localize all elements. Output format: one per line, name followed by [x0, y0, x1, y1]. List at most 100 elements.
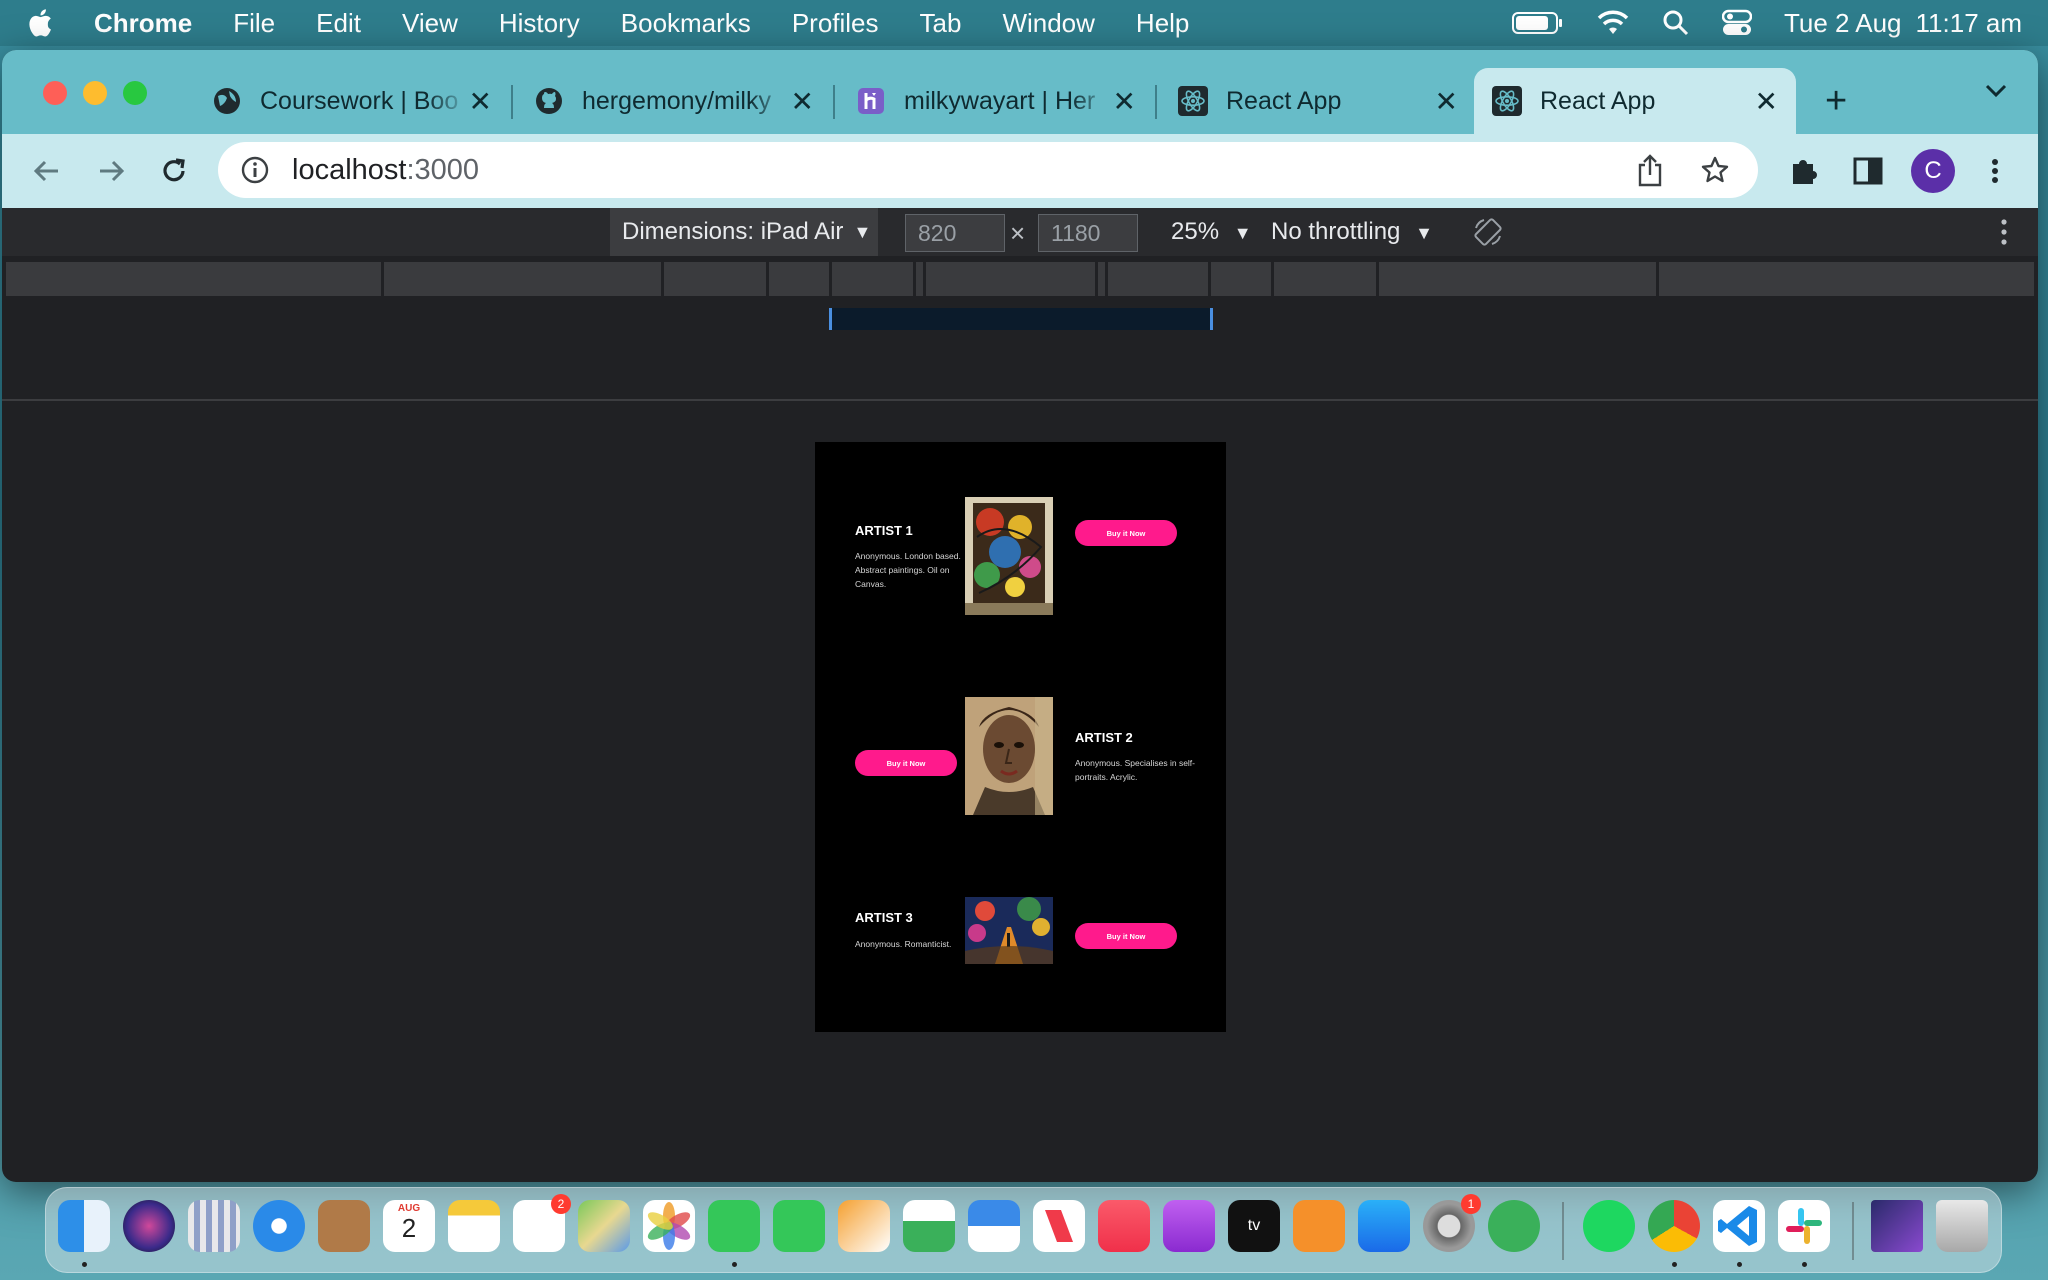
wifi-icon[interactable]	[1596, 10, 1630, 36]
tab-separator	[833, 85, 835, 119]
battery-icon[interactable]	[1511, 10, 1564, 36]
minimize-window-button[interactable]	[83, 81, 107, 105]
notes-icon[interactable]	[448, 1200, 500, 1252]
trash-icon[interactable]	[1936, 1200, 1988, 1252]
close-icon[interactable]: ✕	[469, 85, 492, 118]
menu-window[interactable]: Window	[1002, 8, 1094, 39]
caret-down-icon: ▼	[853, 221, 872, 242]
zoom-label: 25%	[1171, 218, 1220, 245]
contacts-icon[interactable]	[318, 1200, 370, 1252]
url-port: :3000	[406, 153, 480, 186]
forward-arrow-icon[interactable]	[92, 152, 130, 190]
buy-it-now-button[interactable]: Buy it Now	[1075, 923, 1177, 949]
messages-icon[interactable]	[708, 1200, 760, 1252]
share-icon[interactable]	[1636, 153, 1664, 187]
tab-title: React App	[1226, 86, 1342, 115]
artist-description: Anonymous. Romanticist.	[855, 939, 952, 949]
address-bar[interactable]: localhost:3000	[218, 142, 1758, 198]
chevron-down-icon[interactable]	[1985, 84, 2007, 98]
tv-icon[interactable]: tv	[1228, 1200, 1280, 1252]
close-icon[interactable]: ✕	[791, 85, 814, 118]
throttling-select[interactable]: No throttling ▼	[1271, 218, 1433, 246]
status-area: Tue 2 Aug 11:17 am	[1511, 8, 2022, 39]
keynote-icon[interactable]	[968, 1200, 1020, 1252]
device-dimensions-select[interactable]: Dimensions: iPad Air ▼	[610, 208, 878, 256]
numbers-icon[interactable]	[903, 1200, 955, 1252]
spotlight-search-icon[interactable]	[1662, 9, 1690, 37]
profile-avatar[interactable]: C	[1911, 149, 1955, 193]
rotate-device-icon[interactable]	[1472, 216, 1504, 248]
bookmark-star-icon[interactable]	[1700, 155, 1730, 185]
music-icon[interactable]	[1098, 1200, 1150, 1252]
tab-title: hergemony/milky	[582, 86, 771, 115]
close-icon[interactable]: ✕	[1755, 85, 1778, 118]
screenshot-folder-icon[interactable]	[1871, 1200, 1923, 1252]
menu-file[interactable]: File	[233, 8, 275, 39]
podcasts-icon[interactable]	[1163, 1200, 1215, 1252]
zoom-select[interactable]: 25% ▼	[1171, 218, 1252, 246]
close-icon[interactable]: ✕	[1435, 85, 1458, 118]
device-height-input[interactable]: 1180	[1038, 214, 1138, 252]
kebab-menu-icon[interactable]	[1978, 154, 2012, 188]
menu-view[interactable]: View	[402, 8, 458, 39]
info-icon[interactable]	[240, 155, 270, 185]
control-center-icon[interactable]	[1721, 9, 1752, 37]
side-panel-icon[interactable]	[1851, 154, 1885, 188]
artwork-image[interactable]	[965, 897, 1053, 964]
menu-history[interactable]: History	[499, 8, 580, 39]
maps-icon[interactable]	[578, 1200, 630, 1252]
device-width-input[interactable]: 820	[905, 214, 1005, 252]
buy-it-now-button[interactable]: Buy it Now	[1075, 520, 1177, 546]
menu-bookmarks[interactable]: Bookmarks	[621, 8, 751, 39]
vscode-icon[interactable]	[1713, 1200, 1765, 1252]
finder-icon[interactable]	[58, 1200, 110, 1252]
menu-profiles[interactable]: Profiles	[792, 8, 879, 39]
system-preferences-icon[interactable]: 1	[1423, 1194, 1481, 1252]
macos-dock: AUG 2 2 tv 1	[45, 1187, 2002, 1273]
launchpad-icon[interactable]	[188, 1200, 240, 1252]
facetime-icon[interactable]	[773, 1200, 825, 1252]
menu-chrome[interactable]: Chrome	[94, 8, 192, 39]
android-studio-icon[interactable]	[1488, 1200, 1540, 1252]
safari-icon[interactable]	[253, 1200, 305, 1252]
close-icon[interactable]: ✕	[1113, 85, 1136, 118]
device-more-icon[interactable]	[1998, 216, 2010, 248]
artwork-image[interactable]	[965, 497, 1053, 615]
tab-separator	[511, 85, 513, 119]
tab-github[interactable]: hergemony/milky ✕	[516, 68, 832, 134]
new-tab-button[interactable]: +	[1825, 80, 1847, 123]
news-icon[interactable]	[1033, 1200, 1085, 1252]
pages-icon[interactable]	[838, 1200, 890, 1252]
chrome-icon[interactable]	[1648, 1200, 1700, 1252]
close-window-button[interactable]	[43, 81, 67, 105]
artwork-image[interactable]	[965, 697, 1053, 815]
books-icon[interactable]	[1293, 1200, 1345, 1252]
siri-icon[interactable]	[123, 1200, 175, 1252]
menu-tab[interactable]: Tab	[920, 8, 962, 39]
globe-icon	[214, 88, 240, 114]
back-arrow-icon[interactable]	[28, 152, 66, 190]
tab-heroku[interactable]: milkywayart | Her ✕	[838, 68, 1154, 134]
throttling-label: No throttling	[1271, 218, 1401, 245]
menu-edit[interactable]: Edit	[316, 8, 361, 39]
slack-icon[interactable]	[1778, 1200, 1830, 1252]
browser-toolbar: localhost:3000 C	[2, 134, 2038, 208]
apple-icon[interactable]	[26, 7, 58, 39]
spotify-icon[interactable]	[1583, 1200, 1635, 1252]
menu-help[interactable]: Help	[1136, 8, 1189, 39]
reminders-icon[interactable]: 2	[513, 1194, 571, 1252]
menubar-time[interactable]: 11:17 am	[1916, 8, 2022, 39]
menubar-date[interactable]: Tue 2 Aug	[1784, 8, 1902, 39]
buy-it-now-button[interactable]: Buy it Now	[855, 750, 957, 776]
media-query-bar[interactable]	[6, 262, 2034, 296]
tab-coursework[interactable]: Coursework | Boo ✕	[194, 68, 510, 134]
extensions-puzzle-icon[interactable]	[1787, 154, 1821, 188]
photos-icon[interactable]	[643, 1200, 695, 1252]
tab-react-app-2[interactable]: React App ✕	[1474, 68, 1796, 134]
calendar-icon[interactable]: AUG 2	[383, 1200, 435, 1252]
fullscreen-window-button[interactable]	[123, 81, 147, 105]
tab-react-app-1[interactable]: React App ✕	[1160, 68, 1476, 134]
abstract-painting	[965, 497, 1053, 615]
app-store-icon[interactable]	[1358, 1200, 1410, 1252]
reload-icon[interactable]	[155, 152, 193, 190]
